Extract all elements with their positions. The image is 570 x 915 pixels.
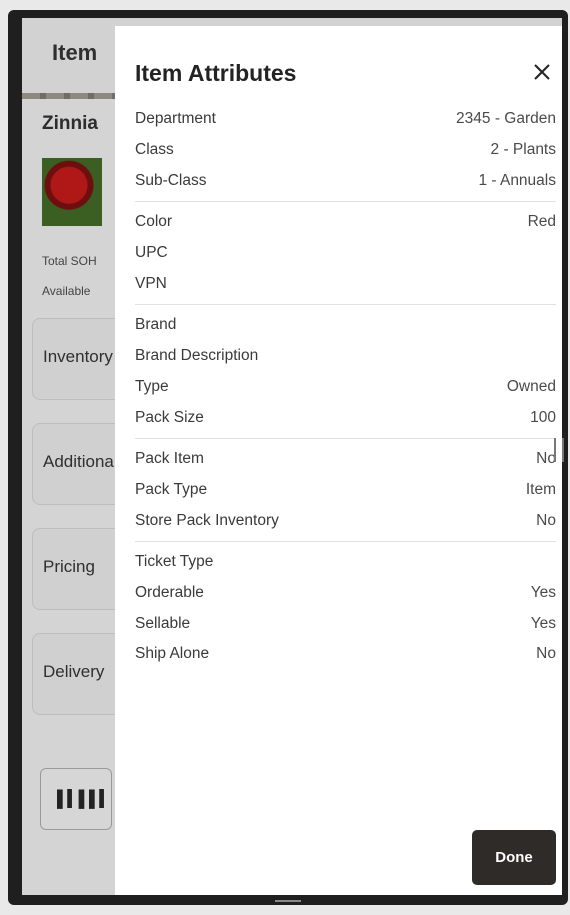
attribute-label: Orderable xyxy=(135,583,204,601)
attribute-row: Class 2 - Plants xyxy=(135,135,556,166)
attribute-label: Department xyxy=(135,110,216,128)
attribute-row: Orderable Yes xyxy=(135,578,556,609)
attribute-label: Ticket Type xyxy=(135,553,214,571)
attribute-row: Sellable Yes xyxy=(135,608,556,639)
total-soh-label: Total SOH xyxy=(42,254,97,268)
available-label: Available xyxy=(42,284,91,298)
resize-handle[interactable] xyxy=(554,438,564,462)
attribute-value: 1 - Annuals xyxy=(478,171,556,189)
item-attributes-panel: Item Attributes Department 2345 - Garden C… xyxy=(115,26,562,895)
attribute-label: UPC xyxy=(135,244,168,262)
attribute-label: Sellable xyxy=(135,614,191,632)
attribute-value: Item xyxy=(525,480,556,498)
attribute-row: Ship Alone No xyxy=(135,639,556,670)
section-divider xyxy=(135,437,556,439)
attribute-label: Ship Alone xyxy=(135,645,210,663)
attribute-label: Pack Type xyxy=(135,480,208,498)
attribute-value: 2 - Plants xyxy=(490,141,556,159)
attribute-row: Sub-Class 1 - Annuals xyxy=(135,165,556,196)
attribute-label: Store Pack Inventory xyxy=(135,511,279,529)
attribute-row: UPC xyxy=(135,238,556,269)
close-icon xyxy=(534,64,550,80)
attribute-label: Type xyxy=(135,377,169,395)
attribute-value: Yes xyxy=(530,583,556,601)
close-button[interactable] xyxy=(526,56,558,88)
attribute-row: Color Red xyxy=(135,207,556,238)
attribute-row: Department 2345 - Garden xyxy=(135,104,556,135)
attribute-label: VPN xyxy=(135,274,167,292)
attribute-value: Red xyxy=(527,213,556,231)
device-frame: Item Zinnia Total SOH Available Inventor… xyxy=(8,10,568,905)
attribute-value: 100 xyxy=(530,408,556,426)
attribute-row: Brand xyxy=(135,310,556,341)
attribute-row: Brand Description xyxy=(135,341,556,372)
attribute-value: Owned xyxy=(506,377,556,395)
attribute-value: No xyxy=(536,645,556,663)
section-divider xyxy=(135,540,556,542)
attribute-label: Sub-Class xyxy=(135,171,207,189)
item-thumbnail xyxy=(42,158,102,226)
attribute-label: Brand xyxy=(135,316,177,334)
attribute-row: Pack Size 100 xyxy=(135,402,556,433)
attribute-label: Pack Item xyxy=(135,450,204,468)
done-button[interactable]: Done xyxy=(472,830,556,885)
background-item-title: Zinnia xyxy=(42,113,98,134)
home-indicator xyxy=(275,900,301,902)
barcode-scan-button[interactable]: ▌▍▌▌▍ xyxy=(40,768,112,830)
attribute-row: Pack Type Item xyxy=(135,475,556,506)
delivery-card-label: Delivery xyxy=(43,662,105,681)
attribute-label: Pack Size xyxy=(135,408,204,426)
attribute-row: Pack Item No xyxy=(135,444,556,475)
pricing-card-label: Pricing xyxy=(43,557,95,576)
attribute-row: Ticket Type xyxy=(135,547,556,578)
attribute-row: Store Pack Inventory No xyxy=(135,505,556,536)
app-screen: Item Zinnia Total SOH Available Inventor… xyxy=(22,18,562,895)
attribute-row: VPN xyxy=(135,268,556,299)
section-divider xyxy=(135,304,556,306)
background-header-title: Item xyxy=(52,40,98,65)
attribute-label: Class xyxy=(135,141,174,159)
attribute-value: Yes xyxy=(530,614,556,632)
section-divider xyxy=(135,201,556,203)
barcode-icon: ▌▍▌▌▍ xyxy=(57,791,112,808)
attribute-list: Department 2345 - Garden Class 2 - Plants Su… xyxy=(135,104,556,670)
attribute-value: 2345 - Garden xyxy=(456,110,556,128)
inventory-card-label: Inventory xyxy=(43,347,113,366)
attribute-row: Type Owned xyxy=(135,372,556,403)
additional-card-label: Additional xyxy=(43,452,118,471)
attribute-label: Brand Description xyxy=(135,347,259,365)
attribute-value: No xyxy=(536,511,556,529)
attribute-label: Color xyxy=(135,213,173,231)
panel-title: Item Attributes xyxy=(135,60,297,86)
